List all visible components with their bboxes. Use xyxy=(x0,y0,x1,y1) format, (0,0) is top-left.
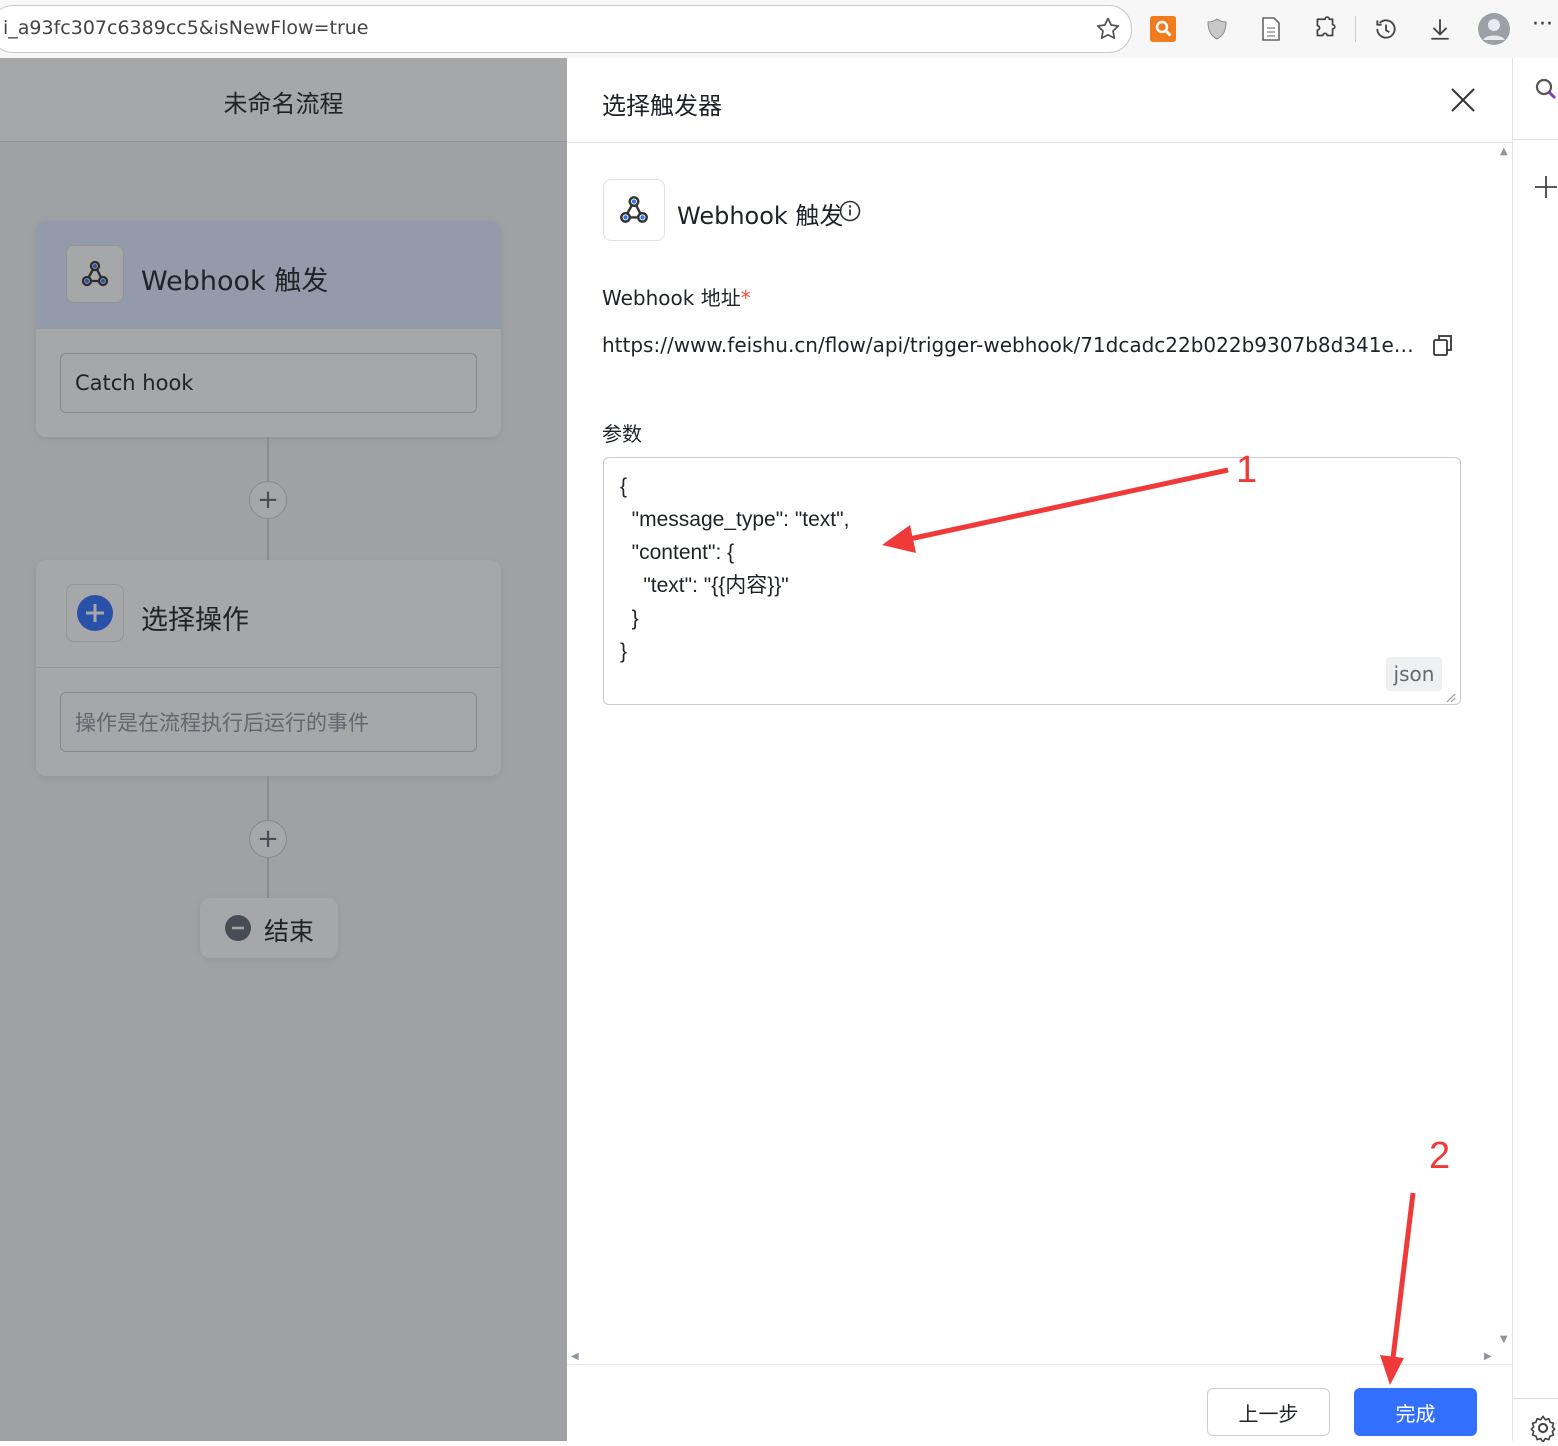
annotation-label-1: 1 xyxy=(1236,449,1258,491)
annotation-arrow-2-shaft xyxy=(1390,1192,1416,1359)
annotation-arrow-1-head xyxy=(882,525,916,553)
annotation-arrow-2-head xyxy=(1380,1355,1404,1385)
annotation-label-2: 2 xyxy=(1429,1135,1451,1177)
annotation-arrow-1-shaft xyxy=(904,467,1229,543)
annotation-layer xyxy=(882,467,1416,1385)
